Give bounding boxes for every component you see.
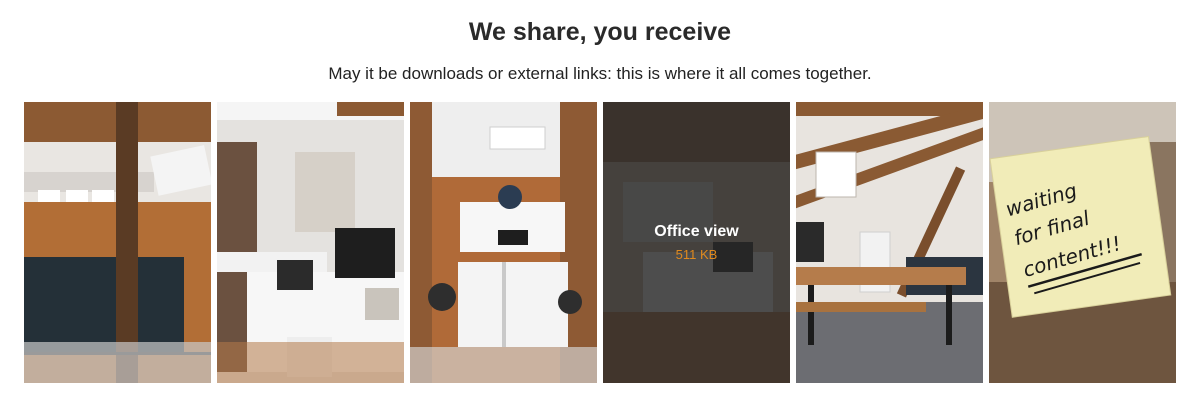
gallery-item-6[interactable]: waiting for final content!!!: [989, 102, 1176, 383]
gallery-item-3[interactable]: [410, 102, 597, 383]
office-photo-icon: [217, 102, 404, 383]
gallery-item-4[interactable]: Office view 511 KB: [603, 102, 790, 383]
sticky-note-photo-icon: waiting for final content!!!: [989, 102, 1176, 383]
item-title: Office view: [654, 223, 739, 240]
image-gallery: Office view 511 KB waiting for final con…: [24, 102, 1176, 383]
item-file-size: 511 KB: [675, 247, 718, 262]
gallery-item-2[interactable]: [217, 102, 404, 383]
page-title: We share, you receive: [468, 18, 732, 46]
office-photo-icon: [410, 102, 597, 383]
page-subtitle: May it be downloads or external links: t…: [328, 64, 872, 83]
gallery-item-1[interactable]: [24, 102, 211, 383]
gallery-item-overlay: Office view 511 KB: [603, 102, 790, 383]
office-photo-icon: [796, 102, 983, 383]
office-photo-icon: [24, 102, 211, 383]
gallery-item-5[interactable]: [796, 102, 983, 383]
